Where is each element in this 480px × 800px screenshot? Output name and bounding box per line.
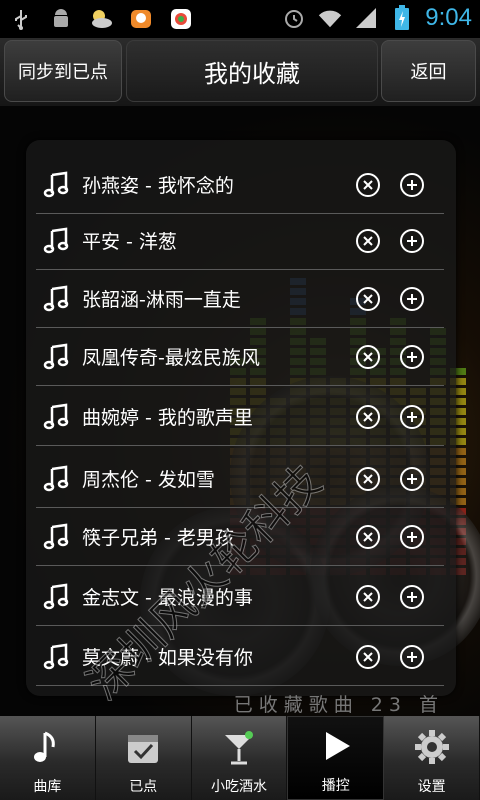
signal-icon <box>353 5 379 31</box>
tab-cocktail[interactable]: 小吃酒水 <box>192 716 288 800</box>
back-button[interactable]: 返回 <box>381 40 476 102</box>
tab-play[interactable]: 播控 <box>287 716 385 800</box>
song-row[interactable]: 凤凰传奇-最炫民族风 <box>36 328 444 386</box>
app-icon <box>168 6 194 32</box>
tab-label: 已点 <box>129 779 158 795</box>
remove-icon[interactable] <box>356 172 380 197</box>
remove-icon[interactable] <box>356 644 380 669</box>
clock: 9:04 <box>425 4 472 31</box>
tab-label: 小吃酒水 <box>210 779 267 795</box>
remove-icon[interactable] <box>356 404 380 429</box>
remove-icon[interactable] <box>356 466 380 491</box>
add-icon[interactable] <box>400 344 424 369</box>
music-note-icon <box>42 171 70 199</box>
add-icon[interactable] <box>400 466 424 491</box>
remove-icon[interactable] <box>356 228 380 253</box>
favorites-list: 孙燕姿 - 我怀念的 平安 - 洋葱张韶涵-淋雨一直走 凤凰传奇-最炫民族风 曲婉婷 … <box>26 140 456 696</box>
weather-icon <box>88 6 114 32</box>
music-note-icon <box>42 583 70 611</box>
music-note-icon <box>42 227 70 255</box>
song-title: 曲婉婷 - 我的歌声里 <box>82 407 253 429</box>
page-title: 我的收藏 <box>126 40 378 102</box>
add-icon[interactable] <box>400 286 424 311</box>
song-row[interactable]: 平安 - 洋葱 <box>36 212 444 270</box>
gear-icon <box>409 724 455 770</box>
usb-icon <box>8 6 34 32</box>
remove-icon[interactable] <box>356 584 380 609</box>
add-icon[interactable] <box>400 524 424 549</box>
music-note-icon <box>42 643 70 671</box>
music-note-icon <box>42 465 70 493</box>
tab-music-note[interactable]: 曲库 <box>0 716 96 800</box>
song-title: 张韶涵-淋雨一直走 <box>82 289 241 311</box>
song-title: 平安 - 洋葱 <box>82 231 177 253</box>
sync-to-queue-button[interactable]: 同步到已点 <box>4 40 122 102</box>
add-icon[interactable] <box>400 644 424 669</box>
song-title: 凤凰传奇-最炫民族风 <box>82 347 260 369</box>
add-icon[interactable] <box>400 584 424 609</box>
tab-calendar-check[interactable]: 已点 <box>96 716 192 800</box>
favorites-count: 已收藏歌曲 23 首 <box>233 694 444 716</box>
music-note-icon <box>42 523 70 551</box>
song-row[interactable]: 张韶涵-淋雨一直走 <box>36 270 444 328</box>
tab-label: 设置 <box>417 779 446 795</box>
music-note-icon <box>24 724 70 770</box>
tab-label: 曲库 <box>33 779 62 795</box>
bottom-tab-bar: 曲库 已点 小吃酒水 播控 设置 <box>0 716 480 800</box>
tab-gear[interactable]: 设置 <box>384 716 480 800</box>
calendar-check-icon <box>120 724 166 770</box>
song-row[interactable]: 孙燕姿 - 我怀念的 <box>36 156 444 214</box>
battery-icon <box>389 5 415 31</box>
add-icon[interactable] <box>400 172 424 197</box>
song-title: 孙燕姿 - 我怀念的 <box>82 175 234 197</box>
android-icon <box>48 6 74 32</box>
remove-icon[interactable] <box>356 286 380 311</box>
status-bar: 9:04 <box>0 0 480 38</box>
music-note-icon <box>42 403 70 431</box>
favorites-content: 孙燕姿 - 我怀念的 平安 - 洋葱张韶涵-淋雨一直走 凤凰传奇-最炫民族风 曲婉婷 … <box>0 106 480 716</box>
alarm-icon <box>281 5 307 31</box>
add-icon[interactable] <box>400 228 424 253</box>
remove-icon[interactable] <box>356 524 380 549</box>
cocktail-icon <box>216 724 262 770</box>
play-icon <box>313 723 359 769</box>
remove-icon[interactable] <box>356 344 380 369</box>
song-row[interactable]: 曲婉婷 - 我的歌声里 <box>36 388 444 446</box>
tab-label: 播控 <box>321 778 350 794</box>
music-note-icon <box>42 285 70 313</box>
music-note-icon <box>42 343 70 371</box>
add-icon[interactable] <box>400 404 424 429</box>
chat-icon <box>128 6 154 32</box>
title-bar: 同步到已点 我的收藏 返回 <box>0 38 480 107</box>
wifi-icon <box>317 5 343 31</box>
